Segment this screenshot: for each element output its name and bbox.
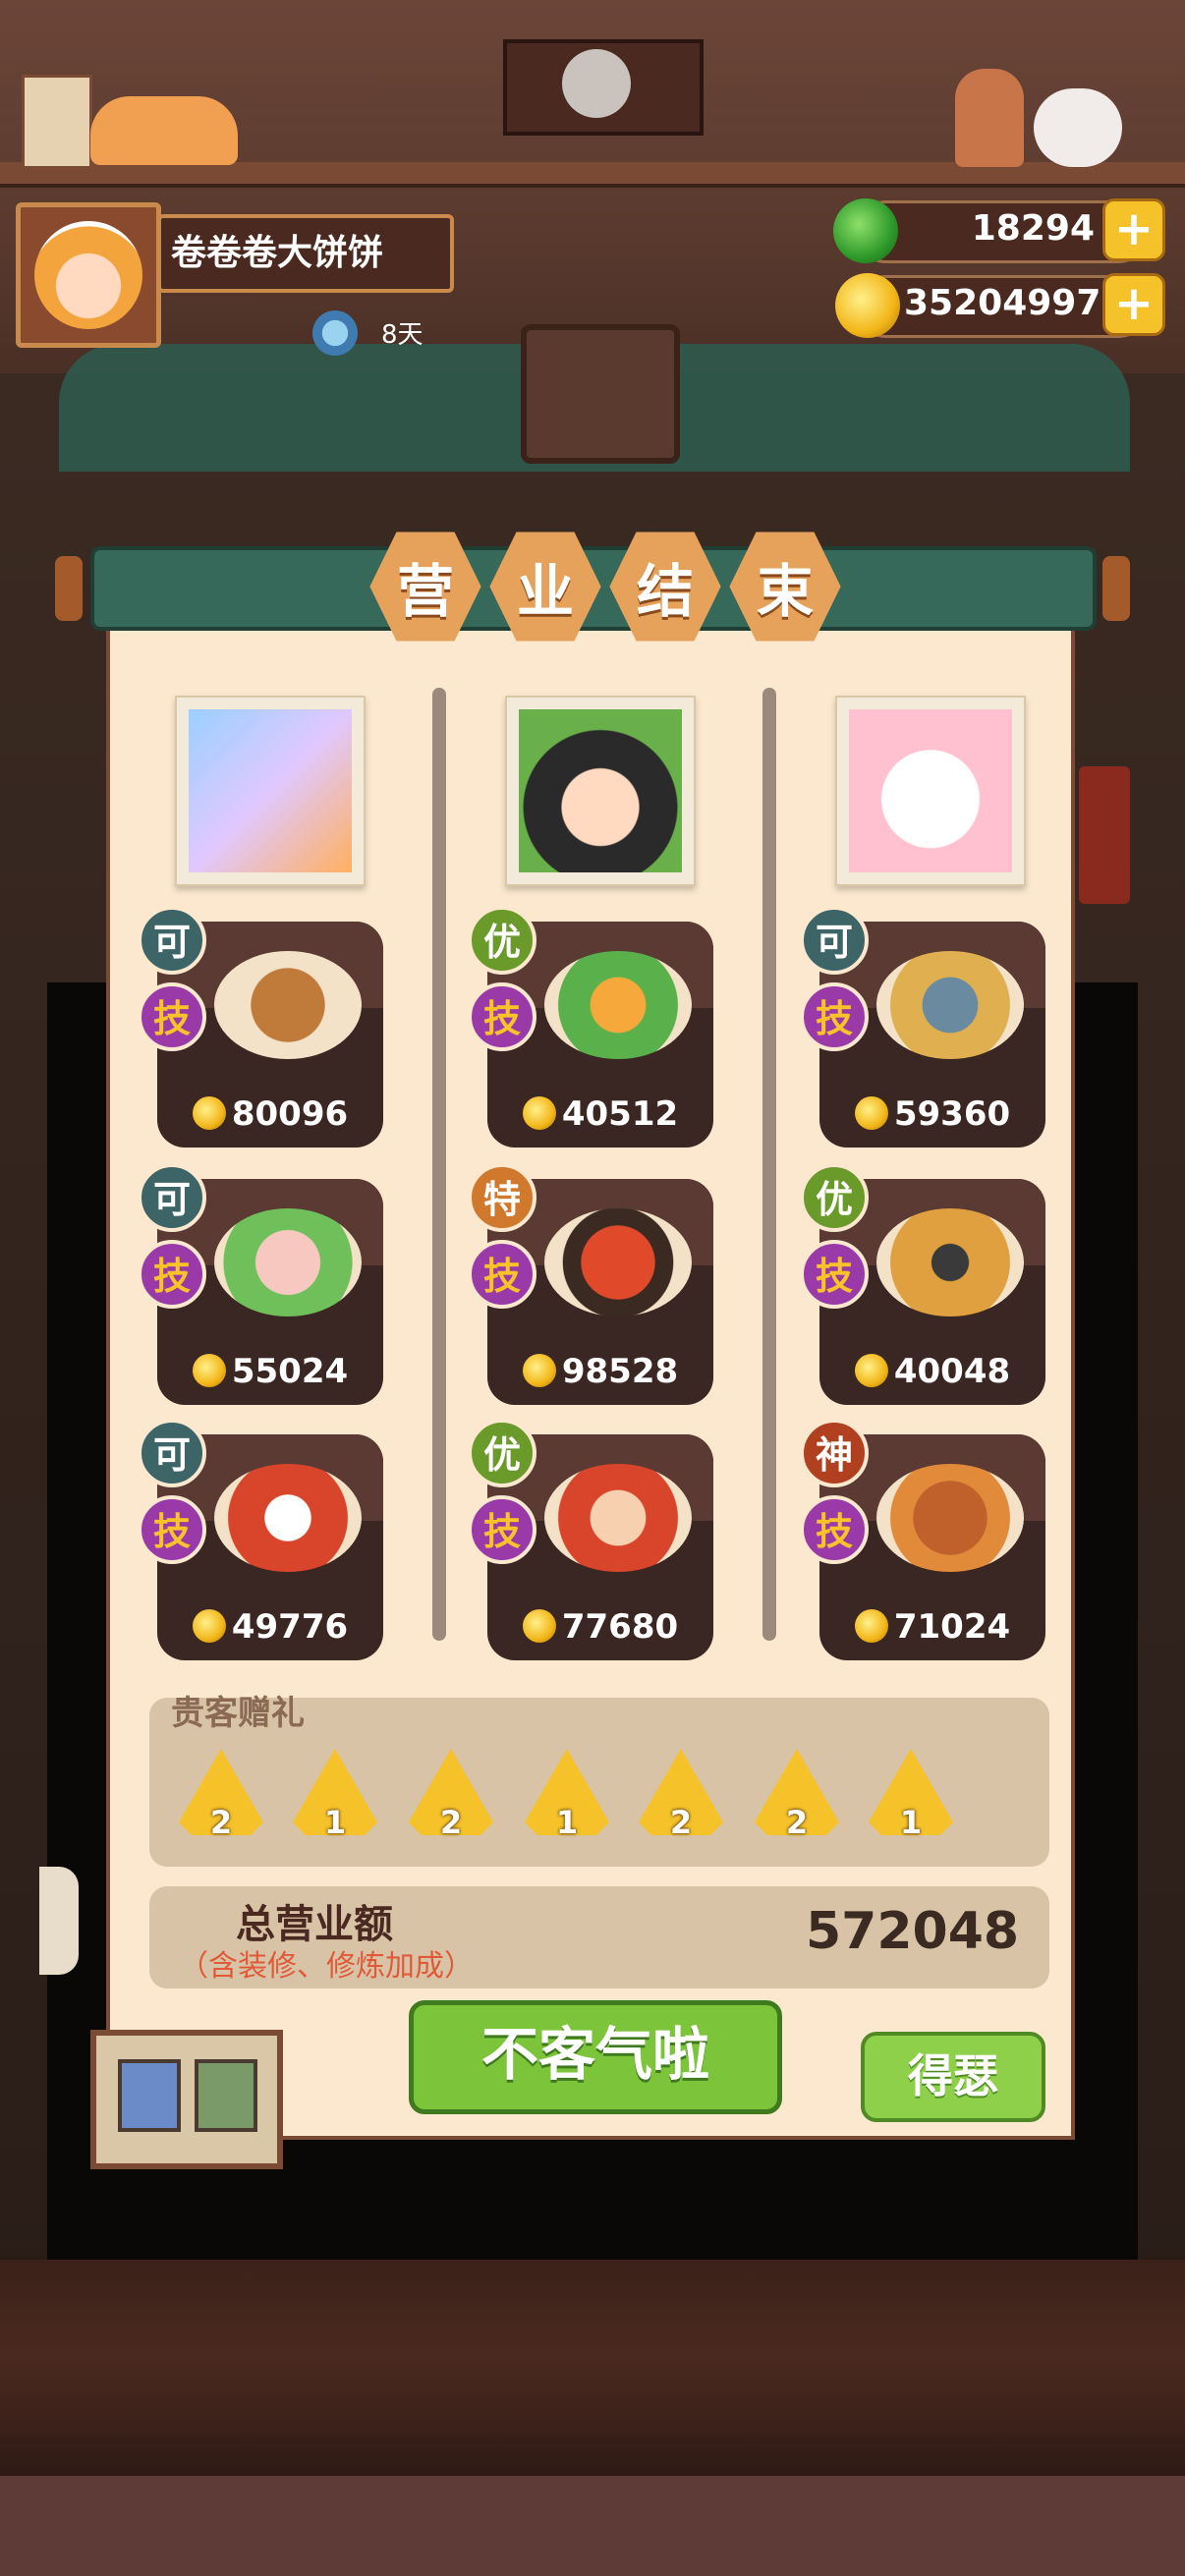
rank-badge: 可 [138, 1163, 206, 1232]
coin-icon [835, 273, 900, 338]
customer-portrait-2[interactable] [505, 696, 696, 886]
floor-strip [0, 2476, 1185, 2576]
black-hair-character-icon [519, 709, 682, 872]
rank-badge: 可 [138, 1419, 206, 1487]
skill-badge: 技 [800, 1240, 869, 1309]
coin-icon [522, 1609, 556, 1643]
dish-price: 71024 [893, 1607, 1011, 1647]
kitchen-sign [521, 324, 680, 464]
chef-figure-decoration [955, 69, 1024, 167]
rank-badge: 可 [800, 906, 869, 975]
sleeping-cat-decoration [90, 96, 238, 165]
raccoon-icon [562, 49, 631, 118]
gem-balance: 18294 [971, 208, 1095, 249]
gift-count: 1 [555, 1804, 579, 1841]
braised-soup-icon [214, 951, 362, 1059]
rank-badge: 可 [138, 906, 206, 975]
gift-count: 2 [209, 1804, 233, 1841]
coin-icon [192, 1354, 226, 1387]
dish-price: 98528 [561, 1352, 679, 1391]
skill-badge: 技 [138, 1495, 206, 1564]
player-name[interactable]: 卷卷卷大饼饼 [157, 214, 454, 293]
skill-badge: 技 [800, 1495, 869, 1564]
customer-portrait-3[interactable] [835, 696, 1026, 886]
player-avatar[interactable] [16, 202, 161, 348]
dish-price: 40512 [561, 1094, 679, 1134]
buddha-jumps-wall-icon [876, 1464, 1024, 1572]
add-gems-button[interactable]: + [1102, 198, 1165, 261]
dish-price: 49776 [231, 1607, 349, 1647]
dish-price: 80096 [231, 1094, 349, 1134]
bento-box-icon [214, 1464, 362, 1572]
rank-badge: 优 [800, 1163, 869, 1232]
seafood-salad-icon [544, 951, 692, 1059]
skill-badge: 技 [468, 1495, 536, 1564]
title-bar-left-cap [55, 556, 83, 621]
menu-tab-decoration [1079, 766, 1130, 904]
title-bar-right-cap [1102, 556, 1130, 621]
days-icon [312, 310, 358, 356]
gear-blue-icon[interactable] [118, 2059, 181, 2132]
column-divider [762, 688, 776, 1641]
dish-price: 40048 [893, 1352, 1011, 1391]
gift-count: 1 [899, 1804, 923, 1841]
skill-badge: 技 [138, 1240, 206, 1309]
gear-green-icon[interactable] [195, 2059, 257, 2132]
coin-icon [522, 1096, 556, 1130]
side-tab-decoration [39, 1867, 79, 1975]
you-are-welcome-button[interactable]: 不客气啦 [409, 2000, 782, 2114]
add-coins-button[interactable]: + [1102, 273, 1165, 336]
hello-kitty-character-icon [849, 709, 1012, 872]
vip-gift-label: 贵客赠礼 [171, 1694, 305, 1733]
lobster-dish-icon [544, 1464, 692, 1572]
fish-platter-icon [876, 951, 1024, 1059]
curry-bowl-icon [876, 1208, 1024, 1316]
shrimp-dumpling-icon [214, 1208, 362, 1316]
rank-badge: 特 [468, 1163, 536, 1232]
rank-badge: 优 [468, 1419, 536, 1487]
gift-count: 2 [785, 1804, 809, 1841]
total-revenue-value: 572048 [806, 1902, 1020, 1961]
coin-icon [192, 1609, 226, 1643]
avatar-face-icon [34, 221, 142, 329]
coin-icon [854, 1354, 888, 1387]
white-cat-decoration [1034, 88, 1122, 167]
gift-count: 1 [323, 1804, 347, 1841]
show-off-button[interactable]: 得瑟 [861, 2032, 1045, 2122]
skill-badge: 技 [468, 1240, 536, 1309]
rank-badge: 神 [800, 1419, 869, 1487]
coin-icon [192, 1096, 226, 1130]
hanging-scroll-decoration [22, 75, 92, 169]
skill-badge: 技 [138, 982, 206, 1051]
dish-price: 55024 [231, 1352, 349, 1391]
coin-icon [854, 1609, 888, 1643]
gear-tools-box [90, 2030, 283, 2169]
crab-hotpot-icon [544, 1208, 692, 1316]
total-revenue-note: （含装修、修炼加成） [179, 1949, 474, 1984]
coin-balance: 35204997 [904, 283, 1101, 323]
customer-portrait-1[interactable] [175, 696, 366, 886]
white-hair-character-icon [189, 709, 352, 872]
column-divider [432, 688, 446, 1641]
skill-badge: 技 [800, 982, 869, 1051]
dish-price: 77680 [561, 1607, 679, 1647]
rank-badge: 优 [468, 906, 536, 975]
coin-icon [522, 1354, 556, 1387]
gift-count: 2 [439, 1804, 463, 1841]
gift-count: 2 [669, 1804, 693, 1841]
coin-icon [854, 1096, 888, 1130]
days-counter: 8天 [381, 320, 423, 350]
skill-badge: 技 [468, 982, 536, 1051]
dish-price: 59360 [893, 1094, 1011, 1134]
jade-gem-icon [833, 198, 898, 263]
